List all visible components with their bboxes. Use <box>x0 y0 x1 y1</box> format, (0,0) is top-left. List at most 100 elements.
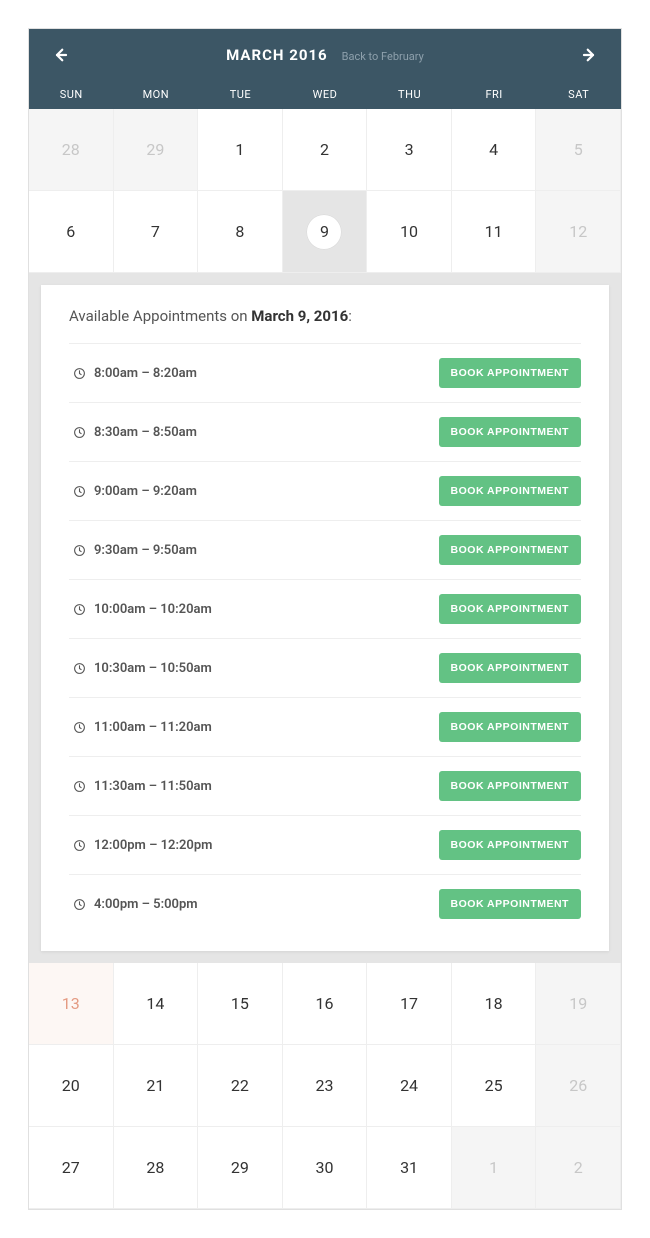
slot-time: 8:00am – 8:20am <box>69 366 197 381</box>
clock-icon <box>73 662 86 675</box>
day-number: 15 <box>231 994 249 1013</box>
day-cell[interactable]: 11 <box>452 191 537 273</box>
weekday-label: SAT <box>536 80 621 109</box>
appointment-slot: 11:30am – 11:50am BOOK APPOINTMENT <box>69 756 581 815</box>
slot-time: 9:00am – 9:20am <box>69 484 197 499</box>
day-cell[interactable]: 20 <box>29 1045 114 1127</box>
slot-time-text: 10:30am – 10:50am <box>94 661 212 676</box>
slot-time-text: 11:30am – 11:50am <box>94 779 212 794</box>
prev-month-button[interactable] <box>51 46 69 64</box>
day-cell[interactable]: 16 <box>283 963 368 1045</box>
book-appointment-button[interactable]: BOOK APPOINTMENT <box>439 535 581 565</box>
day-number: 22 <box>231 1076 249 1095</box>
book-appointment-button[interactable]: BOOK APPOINTMENT <box>439 889 581 919</box>
day-number: 21 <box>146 1076 164 1095</box>
day-cell[interactable]: 9 <box>283 191 368 273</box>
day-cell[interactable]: 15 <box>198 963 283 1045</box>
day-cell[interactable]: 14 <box>114 963 199 1045</box>
day-number: 11 <box>485 222 503 241</box>
day-number: 8 <box>235 222 244 241</box>
day-number: 26 <box>569 1076 587 1095</box>
day-cell[interactable]: 23 <box>283 1045 368 1127</box>
calendar-title: MARCH 2016 <box>226 46 328 64</box>
book-appointment-button[interactable]: BOOK APPOINTMENT <box>439 594 581 624</box>
day-cell[interactable]: 24 <box>367 1045 452 1127</box>
clock-icon <box>73 485 86 498</box>
book-appointment-button[interactable]: BOOK APPOINTMENT <box>439 771 581 801</box>
arrow-left-icon <box>51 46 69 64</box>
day-cell[interactable]: 22 <box>198 1045 283 1127</box>
day-cell[interactable]: 27 <box>29 1127 114 1209</box>
book-appointment-button[interactable]: BOOK APPOINTMENT <box>439 830 581 860</box>
book-appointment-button[interactable]: BOOK APPOINTMENT <box>439 476 581 506</box>
day-number: 25 <box>485 1076 503 1095</box>
day-cell[interactable]: 3 <box>367 109 452 191</box>
day-cell: 5 <box>536 109 621 191</box>
appointment-slot: 8:30am – 8:50amBOOK APPOINTMENT <box>69 402 581 461</box>
day-cell: 12 <box>536 191 621 273</box>
day-cell: 29 <box>114 109 199 191</box>
day-cell: 28 <box>29 109 114 191</box>
day-cell[interactable]: 18 <box>452 963 537 1045</box>
day-number: 9 <box>306 214 342 250</box>
day-number: 7 <box>151 222 160 241</box>
day-cell[interactable]: 4 <box>452 109 537 191</box>
day-cell: 2 <box>536 1127 621 1209</box>
day-cell[interactable]: 30 <box>283 1127 368 1209</box>
day-cell[interactable]: 21 <box>114 1045 199 1127</box>
appointment-slot: 10:00am – 10:20am BOOK APPOINTMENT <box>69 579 581 638</box>
panel-title: Available Appointments on March 9, 2016: <box>69 307 581 325</box>
day-cell[interactable]: 2 <box>283 109 368 191</box>
day-number: 17 <box>400 994 418 1013</box>
clock-icon <box>73 544 86 557</box>
day-number: 27 <box>62 1158 80 1177</box>
day-cell[interactable]: 7 <box>114 191 199 273</box>
slot-time-text: 10:00am – 10:20am <box>94 602 212 617</box>
weekday-label: THU <box>367 80 452 109</box>
weekday-label: TUE <box>198 80 283 109</box>
day-cell[interactable]: 6 <box>29 191 114 273</box>
day-cell: 19 <box>536 963 621 1045</box>
day-number: 13 <box>62 994 80 1013</box>
day-cell[interactable]: 1 <box>198 109 283 191</box>
appointment-slot: 10:30am – 10:50am BOOK APPOINTMENT <box>69 638 581 697</box>
book-appointment-button[interactable]: BOOK APPOINTMENT <box>439 712 581 742</box>
day-cell[interactable]: 25 <box>452 1045 537 1127</box>
appointment-slot: 9:00am – 9:20am BOOK APPOINTMENT <box>69 461 581 520</box>
day-number: 23 <box>316 1076 334 1095</box>
day-number: 5 <box>574 140 583 159</box>
day-number: 4 <box>489 140 498 159</box>
next-month-button[interactable] <box>581 46 599 64</box>
slot-time-text: 9:00am – 9:20am <box>94 484 197 499</box>
day-cell[interactable]: 31 <box>367 1127 452 1209</box>
slot-time-text: 8:00am – 8:20am <box>94 366 197 381</box>
clock-icon <box>73 780 86 793</box>
day-number: 6 <box>66 222 75 241</box>
panel-title-suffix: : <box>348 307 352 325</box>
day-cell: 1 <box>452 1127 537 1209</box>
slot-time: 11:00am – 11:20am <box>69 720 212 735</box>
panel-title-prefix: Available Appointments on <box>69 307 251 325</box>
day-number: 24 <box>400 1076 418 1095</box>
day-cell[interactable]: 29 <box>198 1127 283 1209</box>
slot-time: 10:00am – 10:20am <box>69 602 212 617</box>
clock-icon <box>73 839 86 852</box>
clock-icon <box>73 721 86 734</box>
appointments-panel: Available Appointments on March 9, 2016:… <box>41 285 609 951</box>
appointment-slot: 4:00pm – 5:00pm BOOK APPOINTMENT <box>69 874 581 933</box>
day-cell[interactable]: 10 <box>367 191 452 273</box>
day-cell[interactable]: 8 <box>198 191 283 273</box>
slot-time: 12:00pm – 12:20pm <box>69 838 212 853</box>
day-cell[interactable]: 28 <box>114 1127 199 1209</box>
slot-time: 11:30am – 11:50am <box>69 779 212 794</box>
book-appointment-button[interactable]: BOOK APPOINTMENT <box>439 417 581 447</box>
back-to-prev-link[interactable]: Back to February <box>342 50 424 63</box>
day-cell[interactable]: 17 <box>367 963 452 1045</box>
day-number: 12 <box>569 222 587 241</box>
appointment-slot: 9:30am – 9:50amBOOK APPOINTMENT <box>69 520 581 579</box>
day-cell[interactable]: 13 <box>29 963 114 1045</box>
slot-time-text: 4:00pm – 5:00pm <box>94 897 198 912</box>
calendar-title-wrap: MARCH 2016 Back to February <box>226 45 424 64</box>
book-appointment-button[interactable]: BOOK APPOINTMENT <box>439 358 581 388</box>
book-appointment-button[interactable]: BOOK APPOINTMENT <box>439 653 581 683</box>
